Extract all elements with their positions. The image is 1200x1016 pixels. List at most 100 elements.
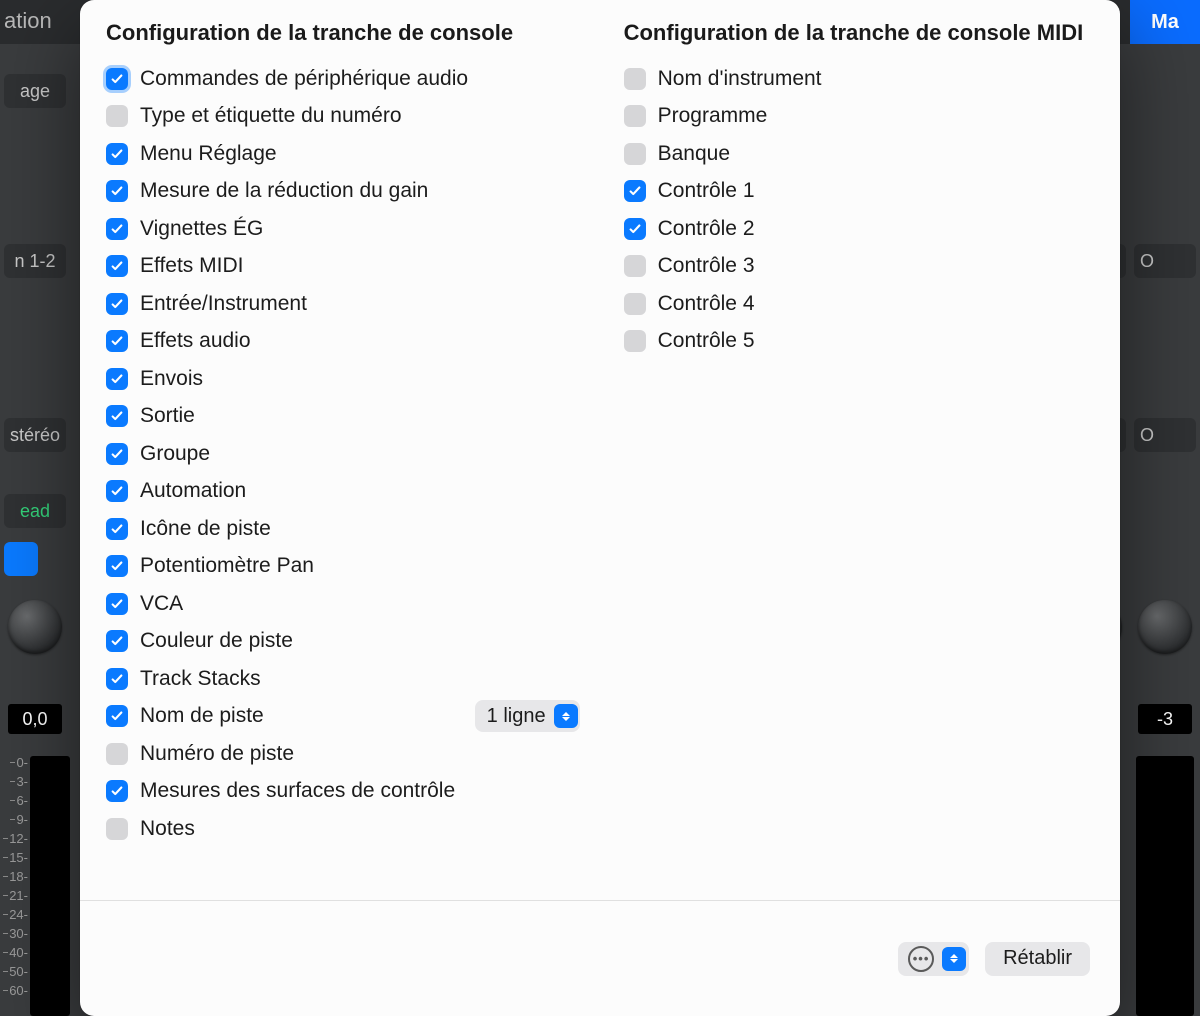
- option-label: Mesures des surfaces de contrôle: [140, 779, 455, 803]
- left-option-row: Groupe: [106, 435, 580, 473]
- option-label: VCA: [140, 592, 183, 616]
- backdrop-slot: ead: [4, 494, 66, 528]
- right-option-row: Contrôle 2: [624, 210, 1102, 248]
- checkbox[interactable]: [624, 255, 646, 277]
- left-option-row: Entrée/Instrument: [106, 285, 580, 323]
- checkbox[interactable]: [624, 218, 646, 240]
- ruler-tick: 3-: [16, 775, 28, 788]
- right-option-row: Contrôle 1: [624, 173, 1102, 211]
- backdrop-strip-r2: O O -3: [1130, 44, 1200, 1016]
- left-option-row: Sortie: [106, 398, 580, 436]
- checkbox[interactable]: [106, 293, 128, 315]
- checkbox[interactable]: [624, 330, 646, 352]
- option-label: Envois: [140, 367, 203, 391]
- checkbox[interactable]: [106, 518, 128, 540]
- option-label: Automation: [140, 479, 246, 503]
- restore-button[interactable]: Rétablir: [985, 942, 1090, 976]
- checkbox[interactable]: [106, 105, 128, 127]
- checkbox[interactable]: [106, 668, 128, 690]
- checkbox[interactable]: [106, 480, 128, 502]
- checkbox[interactable]: [624, 143, 646, 165]
- checkbox[interactable]: [624, 105, 646, 127]
- checkbox[interactable]: [106, 818, 128, 840]
- backdrop-meter: [30, 756, 70, 1016]
- left-option-row: Numéro de piste: [106, 735, 580, 773]
- right-option-row: Programme: [624, 98, 1102, 136]
- option-label: Icône de piste: [140, 517, 271, 541]
- track-name-lines-select[interactable]: 1 ligne: [475, 700, 580, 732]
- option-label: Entrée/Instrument: [140, 292, 307, 316]
- left-option-row: Couleur de piste: [106, 623, 580, 661]
- checkbox[interactable]: [106, 555, 128, 577]
- checkbox[interactable]: [106, 255, 128, 277]
- checkbox[interactable]: [106, 143, 128, 165]
- left-option-row: Effets MIDI: [106, 248, 580, 286]
- checkbox[interactable]: [106, 705, 128, 727]
- chevron-up-down-icon: [942, 947, 966, 971]
- backdrop-waveform-button: [4, 542, 38, 576]
- checkbox[interactable]: [106, 68, 128, 90]
- backdrop-meter: [1136, 756, 1194, 1016]
- ruler-tick: 40-: [9, 946, 28, 959]
- left-option-row: Notes: [106, 810, 580, 848]
- ruler-tick: 24-: [9, 908, 28, 921]
- option-label: Nom de piste: [140, 704, 264, 728]
- checkbox[interactable]: [624, 293, 646, 315]
- option-label: Menu Réglage: [140, 142, 277, 166]
- ruler-tick: 21-: [9, 889, 28, 902]
- checkbox[interactable]: [106, 405, 128, 427]
- left-option-row: Type et étiquette du numéro: [106, 98, 580, 136]
- checkbox[interactable]: [106, 593, 128, 615]
- left-option-row: Mesure de la réduction du gain: [106, 173, 580, 211]
- ruler-tick: 18-: [9, 870, 28, 883]
- option-label: Effets audio: [140, 329, 251, 353]
- backdrop-value: -3: [1138, 704, 1192, 734]
- checkbox[interactable]: [106, 743, 128, 765]
- right-option-row: Nom d'instrument: [624, 60, 1102, 98]
- backdrop-pan-knob: [1138, 600, 1192, 654]
- preset-menu-button[interactable]: •••: [898, 942, 969, 976]
- backdrop-value: 0,0: [8, 704, 62, 734]
- option-label: Track Stacks: [140, 667, 261, 691]
- option-label: Type et étiquette du numéro: [140, 104, 402, 128]
- checkbox[interactable]: [106, 330, 128, 352]
- left-option-row: Effets audio: [106, 323, 580, 361]
- option-label: Groupe: [140, 442, 210, 466]
- chevron-up-down-icon: [554, 704, 578, 728]
- checkbox[interactable]: [106, 443, 128, 465]
- left-option-row: Commandes de périphérique audio: [106, 60, 580, 98]
- channel-strip-config-dialog: Configuration de la tranche de console C…: [80, 0, 1120, 1016]
- backdrop-pan-knob: [8, 600, 62, 654]
- backdrop-title-fragment: ation: [4, 8, 52, 34]
- backdrop-meter-ruler: 0-3-6-9-12-15-18-21-24-30-40-50-60-: [0, 756, 30, 1016]
- option-label: Banque: [658, 142, 730, 166]
- right-option-row: Contrôle 4: [624, 285, 1102, 323]
- ruler-tick: 12-: [9, 832, 28, 845]
- right-option-row: Banque: [624, 135, 1102, 173]
- checkbox[interactable]: [106, 368, 128, 390]
- option-label: Contrôle 2: [658, 217, 755, 241]
- midi-config-column: Configuration de la tranche de console M…: [598, 0, 1120, 900]
- checkbox[interactable]: [624, 180, 646, 202]
- left-option-row: Nom de piste 1 ligne: [106, 698, 580, 736]
- ruler-tick: 15-: [9, 851, 28, 864]
- checkbox[interactable]: [106, 180, 128, 202]
- backdrop-master-button-fragment[interactable]: Ma: [1130, 0, 1200, 44]
- option-label: Vignettes ÉG: [140, 217, 263, 241]
- option-label: Potentiomètre Pan: [140, 554, 314, 578]
- left-option-row: Automation: [106, 473, 580, 511]
- right-option-row: Contrôle 5: [624, 323, 1102, 361]
- checkbox[interactable]: [106, 218, 128, 240]
- backdrop-slot: O: [1134, 244, 1196, 278]
- option-label: Programme: [658, 104, 768, 128]
- option-label: Mesure de la réduction du gain: [140, 179, 428, 203]
- checkbox[interactable]: [624, 68, 646, 90]
- backdrop-strip-left: age n 1-2 stéréo ead 0,0 0-3-6-9-12-15-1…: [0, 44, 70, 1016]
- left-option-row: Icône de piste: [106, 510, 580, 548]
- checkbox[interactable]: [106, 780, 128, 802]
- checkbox[interactable]: [106, 630, 128, 652]
- left-option-row: Vignettes ÉG: [106, 210, 580, 248]
- ruler-tick: 50-: [9, 965, 28, 978]
- right-option-row: Contrôle 3: [624, 248, 1102, 286]
- option-label: Sortie: [140, 404, 195, 428]
